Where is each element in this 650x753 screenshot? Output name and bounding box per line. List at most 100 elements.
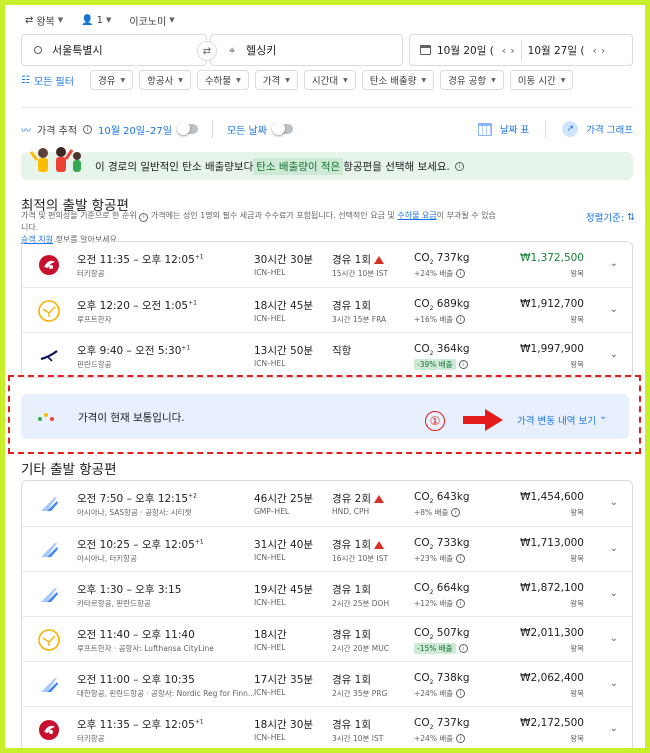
origin-input[interactable]: 서울특별시 [21, 34, 207, 66]
flight-row[interactable]: 오전 11:35 – 오후 12:05+1 터키항공 30시간 30분 ICN–HEL… [22, 242, 632, 287]
times-text: 오전 10:25 – 오후 12:05 [77, 539, 195, 551]
filter-chip-times[interactable]: 시간대 ▼ [303, 70, 356, 90]
flight-price: ₩2,011,300 [520, 627, 584, 639]
destination-input[interactable]: ⌖ 헬싱키 [210, 34, 403, 66]
flight-row[interactable]: 오전 10:25 – 오후 12:05+1 아시아나, 터키항공 31시간 40분 I… [22, 526, 632, 571]
airline-name: 카타르항공, 핀란드항공 [77, 599, 151, 608]
flight-times: 오후 9:40 – 오전 5:30+1 [77, 343, 190, 358]
passengers-select[interactable]: 👤 1 ▼ [81, 11, 111, 29]
co2-diff: +12% 배출 i [414, 598, 466, 609]
layover-info: 16시간 10분 IST [332, 554, 389, 563]
next-date-icon[interactable]: › [510, 44, 514, 57]
track-dates-toggle[interactable] [176, 122, 198, 135]
info-icon[interactable]: i [451, 508, 461, 517]
all-filters-button[interactable]: ☷ 모든 필터 [21, 73, 74, 88]
flight-row[interactable]: 오후 1:30 – 오후 3:15 카타르항공, 핀란드항공 19시간 45분 ICN… [22, 571, 632, 616]
info-icon[interactable]: i [456, 689, 466, 698]
people-illustration-icon [29, 147, 81, 172]
chevron-down-icon[interactable]: ⌄ [610, 258, 618, 269]
depart-date-input[interactable]: 10월 20일 ( [437, 43, 494, 58]
stops-text: 경유 1회 [332, 629, 371, 641]
flight-duration: 19시간 45분 [254, 584, 314, 596]
filter-chip-stops[interactable]: 경유 ▼ [89, 70, 134, 90]
filter-chip-airlines[interactable]: 항공사 ▼ [139, 70, 191, 90]
info-icon[interactable]: i [139, 212, 149, 222]
chevron-down-icon[interactable]: ⌄ [610, 723, 618, 734]
next-date-icon[interactable]: › [601, 44, 605, 57]
flight-row[interactable]: 오후 9:40 – 오전 5:30+1 핀란드항공 13시간 50분 ICN–HEL 직… [22, 332, 632, 377]
chip-label: 경유 공항 [448, 76, 487, 87]
flight-route: GMP–HEL [254, 507, 290, 516]
chip-label: 시간대 [311, 76, 339, 87]
flight-row[interactable]: 오전 11:40 – 오후 11:40 루프트한자 · 공항사: Lufthans… [22, 616, 632, 661]
trip-type-select[interactable]: ⇄ 왕복 ▼ [25, 11, 63, 29]
flight-times: 오전 11:00 – 오후 10:35 [77, 672, 195, 687]
chevron-down-icon[interactable]: ⌄ [599, 411, 607, 422]
co2-diff: +24% 배출 i [414, 733, 466, 744]
cabin-select[interactable]: 이코노미 ▼ [129, 11, 174, 29]
sort-by-button[interactable]: 정렬기준: ⇅ [586, 210, 635, 225]
flight-price: ₩2,062,400 [520, 672, 584, 684]
caret-down-icon: ▼ [421, 76, 427, 84]
calendar-icon [420, 45, 431, 55]
info-icon[interactable]: i [456, 734, 466, 743]
caret-down-icon: ▼ [169, 16, 175, 24]
bag-fees-link[interactable]: 수하물 요금 [397, 211, 436, 220]
date-grid-button[interactable]: 날짜 표 [500, 122, 529, 136]
airline-logo-icon [38, 254, 60, 276]
prev-date-icon[interactable]: ‹ [592, 44, 596, 57]
layover-info: 3시간 15분 FRA [332, 315, 387, 324]
layover-info: 2시간 25분 DOH [332, 599, 390, 608]
filter-sliders-icon: ☷ [21, 74, 30, 86]
caret-down-icon: ▼ [57, 16, 64, 24]
day-offset: +1 [194, 538, 204, 546]
price-type: 왕복 [570, 644, 584, 653]
price-history-link[interactable]: 가격 변동 내역 보기 [517, 413, 596, 427]
co2-emissions: CO2 643kg [414, 491, 470, 506]
info-icon[interactable]: i [456, 315, 466, 324]
chevron-down-icon[interactable]: ⌄ [610, 304, 618, 315]
chevron-down-icon[interactable]: ⌄ [610, 678, 618, 689]
flight-row[interactable]: 오후 12:20 – 오전 1:05+1 루프트한자 18시간 45분 ICN–HEL… [22, 287, 632, 332]
return-date-input[interactable]: 10월 27일 ( [528, 43, 585, 58]
price-type: 왕복 [570, 508, 584, 517]
info-icon[interactable]: i [456, 269, 466, 278]
layover-info: 3시간 10분 IST [332, 734, 384, 743]
prev-date-icon[interactable]: ‹ [502, 44, 506, 57]
chevron-down-icon[interactable]: ⌄ [610, 543, 618, 554]
info-icon[interactable]: i [456, 599, 466, 608]
price-graph-button[interactable]: 가격 그래프 [586, 122, 633, 136]
flight-row[interactable]: 오전 7:50 – 오후 12:15+2 아시아나, SAS항공 · 공항사: 시… [22, 481, 632, 526]
flight-duration: 13시간 50분 [254, 345, 314, 357]
chevron-down-icon[interactable]: ⌄ [610, 588, 618, 599]
any-dates-toggle[interactable] [271, 122, 293, 135]
price-type: 왕복 [570, 315, 584, 324]
chevron-down-icon[interactable]: ⌄ [610, 633, 618, 644]
caret-down-icon: ▼ [560, 76, 566, 84]
info-icon[interactable]: i [82, 124, 92, 134]
swap-locations-button[interactable]: ⇄ [197, 41, 217, 61]
airline-name: 대한항공, 핀란드항공 · 공항사: Nordic Reg for Finn..… [77, 689, 255, 698]
chevron-down-icon[interactable]: ⌄ [610, 497, 618, 508]
info-icon[interactable]: i [456, 554, 466, 563]
filter-chip-duration[interactable]: 이동 시간 ▼ [509, 70, 574, 90]
co2-emissions: CO2 664kg [414, 582, 470, 597]
info-icon[interactable]: i [458, 360, 468, 369]
info-icon[interactable]: i [458, 644, 468, 653]
filter-chip-emissions[interactable]: 탄소 배출량 ▼ [361, 70, 435, 90]
co2-emissions: CO2 737kg [414, 252, 470, 267]
flight-row[interactable]: 오후 11:35 – 오후 12:05+1 터키항공 18시간 30분 ICN–HEL… [22, 706, 632, 748]
filter-chip-connecting-airports[interactable]: 경유 공항 ▼ [440, 70, 504, 90]
ranking-note: 가격 및 편의성을 기준으로 한 순위 [21, 211, 137, 220]
info-icon[interactable]: i [454, 161, 464, 171]
chevron-down-icon[interactable]: ⌄ [610, 349, 618, 360]
filter-chip-bags[interactable]: 수하물 ▼ [196, 70, 249, 90]
layover-info: 2시간 35분 PRG [332, 689, 388, 698]
flight-price: ₩2,172,500 [520, 717, 584, 729]
price-level-icon [38, 413, 54, 421]
filter-chip-price[interactable]: 가격 ▼ [254, 70, 298, 90]
flight-row[interactable]: 오전 11:00 – 오후 10:35 대한항공, 핀란드항공 · 공항사: No… [22, 661, 632, 706]
chip-label: 이동 시간 [517, 76, 556, 87]
airline-logo-icon [38, 300, 60, 322]
passengers-label: 1 [96, 14, 104, 26]
